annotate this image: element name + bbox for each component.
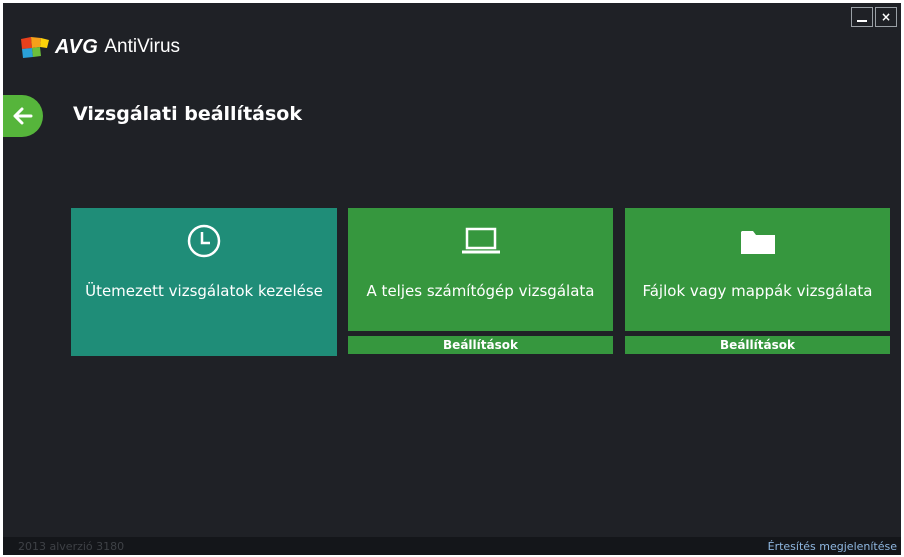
minimize-button[interactable] xyxy=(851,7,873,27)
scheduled-scans-tile[interactable]: Ütemezett vizsgálatok kezelése xyxy=(71,208,337,356)
close-button[interactable]: × xyxy=(875,7,897,27)
brand-name: AVG xyxy=(55,35,99,58)
avg-logo-icon xyxy=(21,37,49,58)
back-button[interactable] xyxy=(3,95,43,137)
show-notification-link[interactable]: Értesítés megjelenítése xyxy=(768,540,897,553)
app-window: × AVG AntiVirus Vizsgálati beállítások Ü… xyxy=(3,3,901,555)
window-controls: × xyxy=(851,7,897,27)
laptop-icon xyxy=(461,224,501,258)
app-branding: AVG AntiVirus xyxy=(19,33,180,61)
folder-icon xyxy=(739,224,777,258)
tile-label: A teljes számítógép vizsgálata xyxy=(366,282,595,300)
files-folders-scan-tile[interactable]: Fájlok vagy mappák vizsgálata xyxy=(625,208,890,331)
status-bar: 2013 alverzió 3180 Értesítés megjeleníté… xyxy=(3,537,901,555)
files-scan-settings-button[interactable]: Beállítások xyxy=(625,336,890,354)
product-name: AntiVirus xyxy=(104,36,181,57)
full-scan-settings-button[interactable]: Beállítások xyxy=(348,336,613,354)
clock-icon xyxy=(187,224,221,258)
full-computer-scan-tile[interactable]: A teljes számítógép vizsgálata xyxy=(348,208,613,331)
page-title: Vizsgálati beállítások xyxy=(73,103,302,125)
tile-label: Ütemezett vizsgálatok kezelése xyxy=(85,282,323,300)
tile-label: Fájlok vagy mappák vizsgálata xyxy=(642,282,873,300)
arrow-left-icon xyxy=(13,107,33,125)
version-label: 2013 alverzió 3180 xyxy=(18,540,125,553)
